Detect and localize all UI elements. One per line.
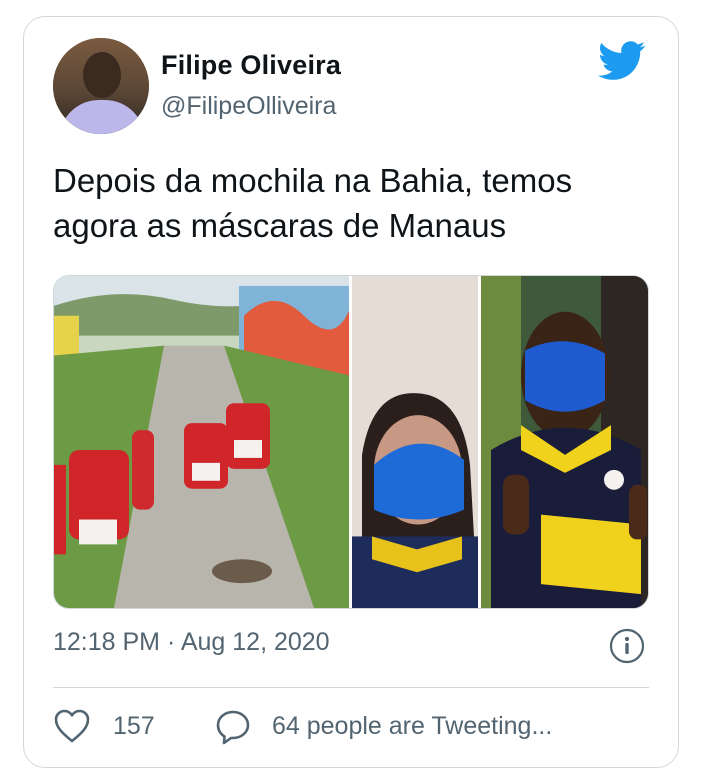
author-name[interactable]: Filipe Oliveira	[161, 50, 341, 81]
twitter-bird-icon[interactable]	[598, 41, 646, 81]
avatar[interactable]	[53, 38, 149, 134]
media-photo-backpacks[interactable]	[54, 276, 349, 608]
media-grid[interactable]	[53, 275, 649, 609]
reply-bubble-icon[interactable]	[214, 708, 252, 746]
divider	[53, 687, 649, 688]
heart-icon[interactable]	[53, 708, 91, 744]
tweet-timestamp[interactable]: 12:18 PM · Aug 12, 2020	[53, 628, 330, 657]
info-icon[interactable]	[609, 628, 645, 664]
avatar-head	[83, 52, 121, 98]
author-handle[interactable]: @FilipeOlliveira	[161, 92, 336, 121]
tweet-text: Depois da mochila na Bahia, temos agora …	[53, 162, 573, 244]
like-count[interactable]: 157	[113, 712, 155, 741]
media-photo-mask-girl[interactable]	[352, 276, 478, 608]
conversation-link[interactable]: 64 people are Tweeting...	[272, 712, 552, 741]
media-photo-mask-boy[interactable]	[481, 276, 649, 608]
